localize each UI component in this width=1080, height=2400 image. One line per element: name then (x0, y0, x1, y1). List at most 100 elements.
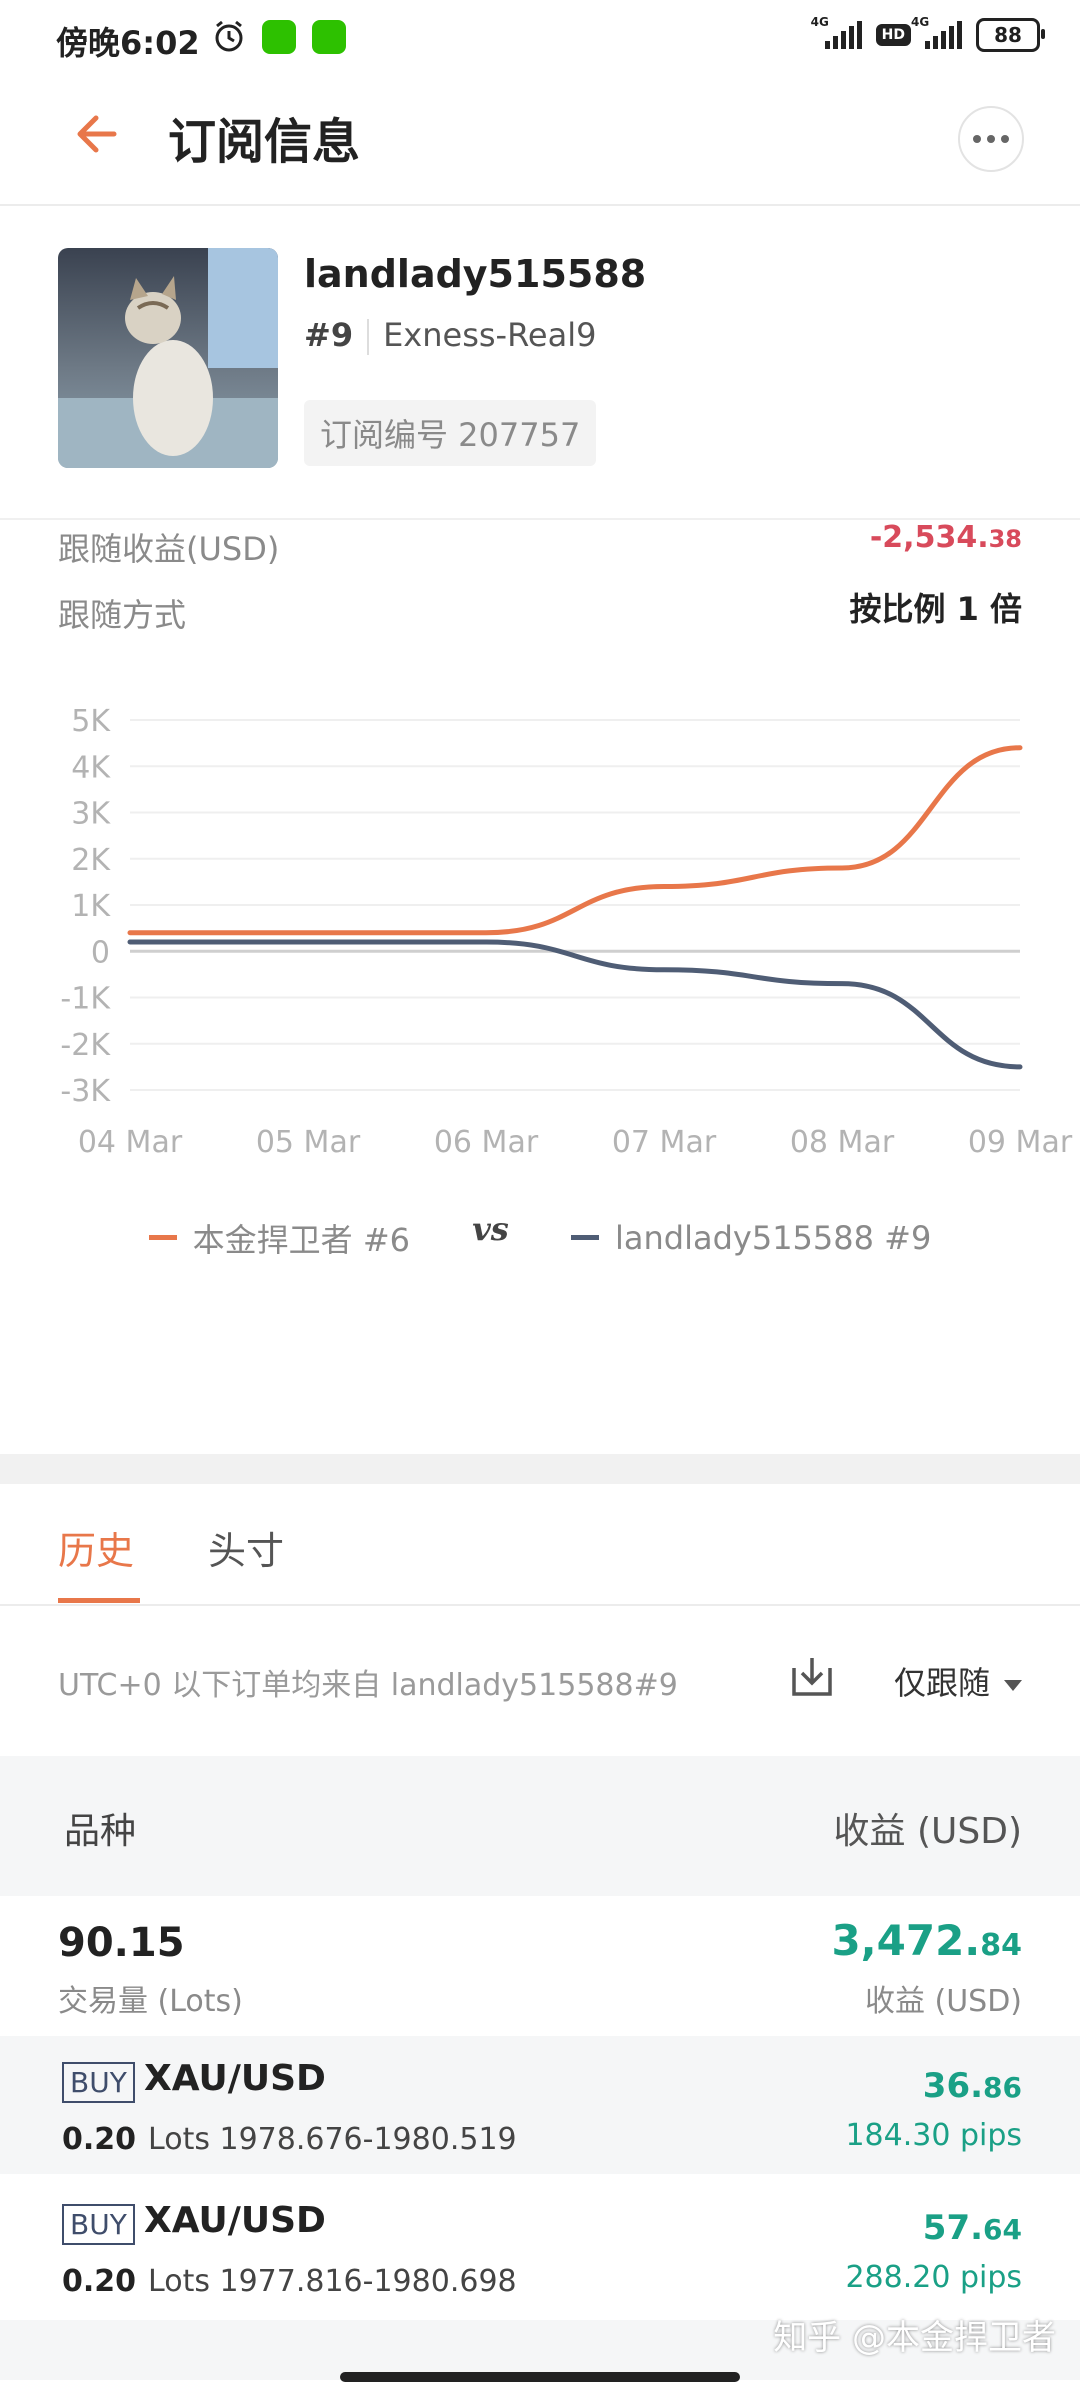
avatar[interactable] (58, 248, 278, 468)
follow-profit-main: -2,534. (869, 520, 989, 555)
trade-row[interactable]: BUY XAU/USD 0.20 Lots 1978.676-1980.519 3… (0, 2036, 1080, 2174)
follow-profit-value: -2,534.38 (870, 520, 1022, 555)
trade-symbol: XAU/USD (144, 2200, 326, 2241)
x-tick-label: 08 Mar (790, 1125, 895, 1160)
alarm-icon (215, 20, 243, 52)
app-bar: 订阅信息 (0, 72, 1080, 206)
rank-server: #9 Exness-Real9 (304, 316, 596, 355)
total-profit-decimal: 84 (980, 1928, 1022, 1963)
page-title: 订阅信息 (168, 114, 361, 170)
signal-icon: 4G (811, 15, 862, 49)
status-time: 傍晚6:02 (56, 24, 200, 62)
trade-detail: 0.20 Lots 1978.676-1980.519 (62, 2122, 517, 2157)
trade-price-range: Lots 1978.676-1980.519 (148, 2122, 517, 2157)
x-tick-label: 05 Mar (256, 1125, 361, 1160)
dot-icon (973, 135, 981, 143)
y-tick-label: -1K (60, 982, 111, 1017)
y-tick-label: 0 (91, 935, 110, 970)
trade-row[interactable]: BUY XAU/USD 0.20 Lots 1977.816-1980.698 5… (0, 2178, 1080, 2316)
follow-mode-label: 跟随方式 (58, 596, 187, 634)
legend-item-series-a: 本金捍卫者 #6 (148, 1215, 411, 1261)
follow-mode-value: 按比例 1 倍 (849, 590, 1022, 628)
home-indicator[interactable] (340, 2372, 740, 2382)
trade-side-badge: BUY (62, 2204, 135, 2245)
battery-level: 88 (994, 23, 1022, 47)
trade-side-badge: BUY (62, 2062, 135, 2103)
total-profit-main: 3,472. (831, 1916, 981, 1965)
trade-profit-main: 36. (922, 2066, 984, 2106)
network-label: 4G (911, 15, 930, 29)
trade-lots: 0.20 (62, 2122, 137, 2157)
battery-icon: 88 (976, 18, 1045, 52)
trade-pips: 288.20 pips (845, 2260, 1022, 2295)
follow-profit-label: 跟随收益(USD) (58, 530, 280, 568)
total-profit: 3,472.84 (831, 1916, 1022, 1965)
x-tick-label: 06 Mar (434, 1125, 539, 1160)
back-arrow-icon[interactable] (70, 104, 130, 164)
divider (367, 319, 370, 355)
wechat-notification-icon (312, 20, 346, 54)
column-profit: 收益 (USD) (833, 1811, 1022, 1852)
summary-row: 90.15 交易量 (Lots) 3,472.84 收益 (USD) (0, 1896, 1080, 2036)
status-bar: 傍晚6:02 4G HD 4G 88 (0, 0, 1080, 72)
y-tick-label: 3K (71, 797, 111, 832)
rank-label: #9 (304, 316, 354, 354)
order-source-info: UTC+0 以下订单均来自 landlady515588#9 (58, 1668, 678, 1703)
dot-icon (1001, 135, 1009, 143)
network-label: 4G (810, 15, 829, 29)
y-tick-label: -3K (60, 1074, 111, 1109)
trade-profit-main: 57. (922, 2208, 984, 2248)
follow-filter-dropdown[interactable]: 仅跟随 (894, 1658, 1022, 1704)
more-options-button[interactable] (958, 106, 1024, 172)
legend-swatch (570, 1235, 599, 1240)
trade-profit-decimal: 86 (983, 2071, 1022, 2104)
trade-pips: 184.30 pips (845, 2118, 1022, 2153)
trade-detail: 0.20 Lots 1977.816-1980.698 (62, 2264, 517, 2299)
trade-profit: 36.86 (923, 2066, 1022, 2106)
trade-symbol: XAU/USD (144, 2058, 326, 2099)
y-tick-label: 4K (71, 750, 111, 785)
watermark: 知乎 @本金捍卫者 (773, 2318, 1056, 2358)
legend-swatch (148, 1235, 177, 1240)
y-tick-label: 1K (71, 889, 111, 924)
active-tab-indicator (58, 1598, 140, 1603)
series-line-b (127, 939, 1023, 1070)
follow-profit-decimal: 38 (988, 525, 1022, 553)
legend-item-series-b: landlady515588 #9 (570, 1218, 932, 1257)
x-tick-label: 07 Mar (612, 1125, 717, 1160)
total-profit-label: 收益 (USD) (864, 1984, 1022, 2019)
profile-card: landlady515588 #9 Exness-Real9 订阅编号 20775… (0, 206, 1080, 520)
legend-vs: vs (472, 1210, 509, 1248)
legend-label: 本金捍卫者 #6 (192, 1220, 411, 1259)
y-tick-label: -2K (60, 1028, 111, 1063)
x-tick-label: 09 Mar (968, 1125, 1073, 1160)
server-label: Exness-Real9 (383, 316, 597, 354)
y-tick-label: 5K (71, 704, 111, 739)
filter-bar: UTC+0 以下订单均来自 landlady515588#9 仅跟随 (0, 1606, 1080, 1756)
trade-profit-decimal: 64 (983, 2213, 1022, 2246)
table-header: 品种 收益 (USD) (0, 1756, 1080, 1896)
tab-bar: 历史 头寸 (0, 1484, 1080, 1606)
dropdown-value: 仅跟随 (893, 1664, 990, 1702)
y-tick-label: 2K (71, 843, 111, 878)
username: landlady515588 (304, 252, 647, 296)
tab-positions[interactable]: 头寸 (208, 1520, 284, 1575)
total-lots-label: 交易量 (Lots) (58, 1984, 243, 2019)
column-symbol: 品种 (64, 1811, 137, 1852)
download-icon[interactable] (790, 1654, 834, 1698)
trade-price-range: Lots 1977.816-1980.698 (148, 2264, 517, 2299)
trade-lots: 0.20 (62, 2264, 137, 2299)
total-lots: 90.15 (58, 1920, 185, 1966)
trade-profit: 57.64 (923, 2208, 1022, 2248)
chart-legend: 本金捍卫者 #6 vs landlady515588 #9 (0, 1210, 1080, 1261)
subscription-id-badge: 订阅编号 207757 (304, 400, 597, 466)
signal-icon: 4G (911, 15, 962, 49)
tab-history[interactable]: 历史 (58, 1520, 134, 1575)
legend-label: landlady515588 #9 (614, 1218, 932, 1257)
hd-icon: HD (875, 24, 911, 46)
x-tick-label: 04 Mar (78, 1125, 183, 1160)
wechat-notification-icon (262, 20, 296, 54)
section-divider (0, 1454, 1080, 1484)
comparison-line-chart: 5K 4K 3K 2K 1K 0 -1K -2K -3K 04 Mar 05 Mar 06 Mar 07… (60, 704, 1073, 1160)
dot-icon (987, 135, 995, 143)
